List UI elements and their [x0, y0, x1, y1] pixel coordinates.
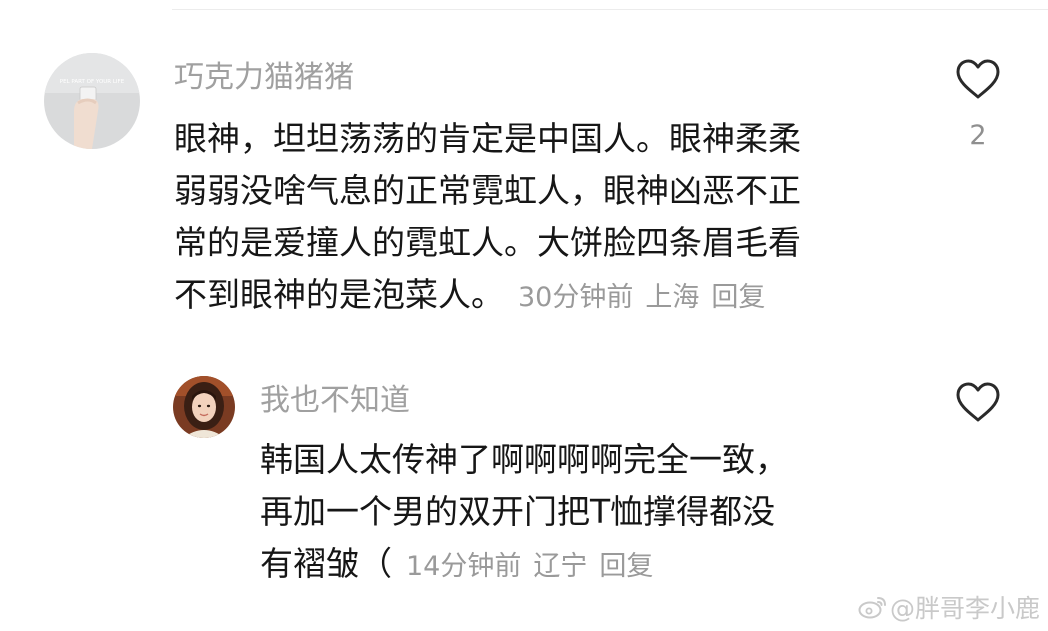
avatar[interactable]: PEL PART OF YOUR LIFE — [44, 53, 140, 149]
divider — [172, 9, 1048, 10]
comment-line: 常的是爱撞人的霓虹人。大饼脸四条眉毛看 — [174, 223, 801, 262]
reply-line: 再加一个男的双开门把T恤撑得都没 — [260, 492, 776, 531]
comment-line: 弱弱没啥气息的正常霓虹人，眼神凶恶不正 — [174, 171, 801, 210]
heart-icon — [956, 59, 1000, 99]
reply-reply-button[interactable]: 回复 — [599, 551, 653, 582]
comment-username[interactable]: 巧克力猫猪猪 — [174, 60, 354, 96]
reply-meta: 14分钟前 辽宁 回复 — [406, 551, 653, 582]
reply-avatar[interactable] — [173, 376, 235, 438]
girl-portrait-avatar — [173, 376, 235, 438]
weibo-logo-icon — [858, 597, 886, 619]
comment-line: 眼神，坦坦荡荡的肯定是中国人。眼神柔柔 — [174, 119, 801, 158]
comment-thread: PEL PART OF YOUR LIFE 巧克力猫猪猪 眼神，坦坦荡荡的肯定是… — [0, 0, 1048, 631]
reply-line: 韩国人太传神了啊啊啊啊完全一致， — [260, 440, 788, 479]
hand-holding-cup-avatar: PEL PART OF YOUR LIFE — [44, 53, 140, 149]
reply-line-text: 有褶皱（ — [260, 544, 392, 583]
comment-time: 30分钟前 — [518, 282, 634, 313]
watermark: @胖哥李小鹿 — [858, 589, 1040, 625]
comment-line-last: 不到眼神的是泡菜人。 30分钟前 上海 回复 — [174, 269, 934, 324]
heart-icon — [956, 382, 1000, 422]
like-button[interactable] — [955, 58, 1001, 104]
reply-line-last: 有褶皱（ 14分钟前 辽宁 回复 — [260, 538, 960, 593]
like-count: 2 — [969, 120, 987, 151]
reply-button[interactable]: 回复 — [711, 282, 765, 313]
reply-username[interactable]: 我也不知道 — [260, 383, 410, 419]
reply-body: 韩国人太传神了啊啊啊啊完全一致， 再加一个男的双开门把T恤撑得都没 有褶皱（ 14… — [260, 434, 960, 593]
avatar-caption: PEL PART OF YOUR LIFE — [60, 79, 125, 85]
comment-meta: 30分钟前 上海 回复 — [518, 282, 765, 313]
watermark-text: @胖哥李小鹿 — [889, 594, 1040, 623]
reply-like-button[interactable] — [955, 381, 1001, 427]
comment-body: 眼神，坦坦荡荡的肯定是中国人。眼神柔柔 弱弱没啥气息的正常霓虹人，眼神凶恶不正 … — [174, 113, 934, 324]
reply-location: 辽宁 — [533, 551, 588, 582]
comment-location: 上海 — [645, 282, 700, 313]
reply-time: 14分钟前 — [406, 551, 522, 582]
comment-line-text: 不到眼神的是泡菜人。 — [174, 275, 504, 314]
